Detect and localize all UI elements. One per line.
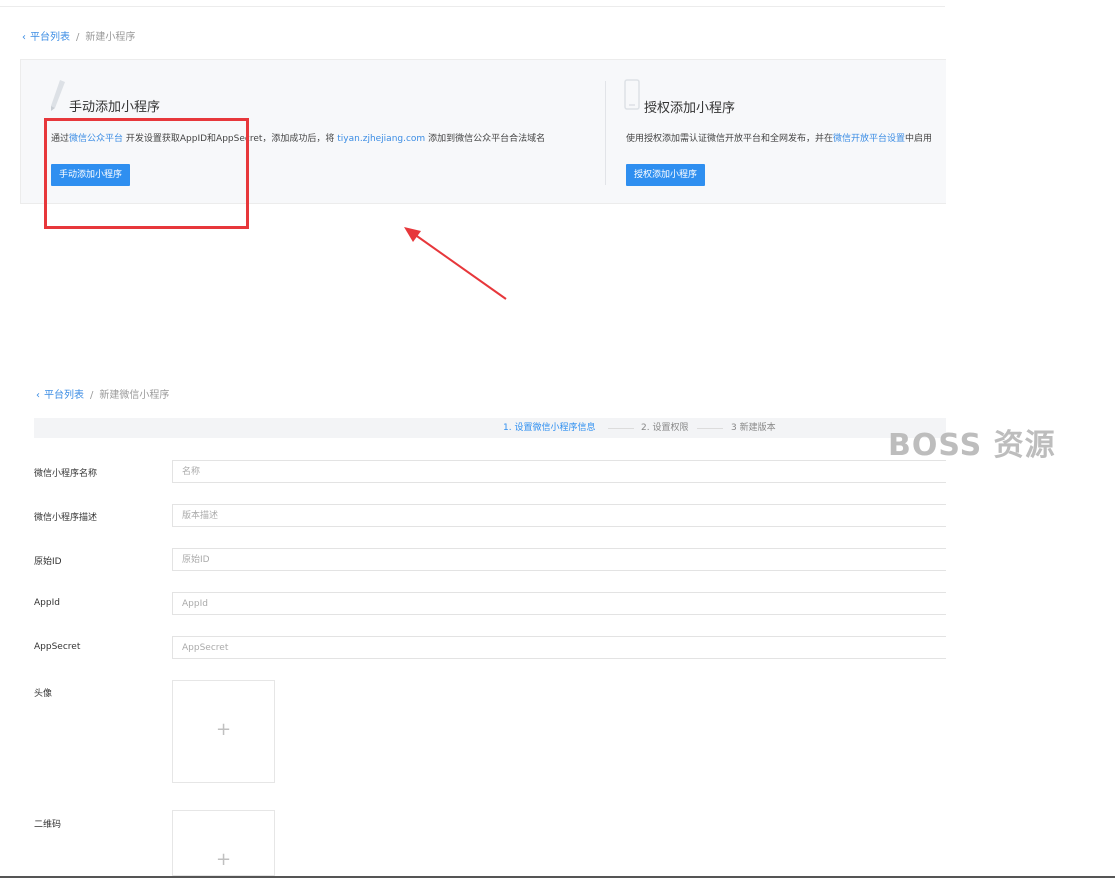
domain-link[interactable]: tiyan.zjhejiang.com	[337, 134, 425, 144]
pencil-icon	[51, 80, 65, 111]
auth-add-button[interactable]: 授权添加小程序	[626, 164, 706, 186]
open-platform-link[interactable]: 微信开放平台设置	[833, 134, 905, 144]
appid-label: AppId	[34, 598, 60, 608]
name-input[interactable]	[172, 460, 946, 483]
desc-input[interactable]	[172, 504, 946, 527]
qrcode-label: 二维码	[34, 820, 62, 830]
steps-bar	[34, 418, 946, 438]
plus-icon: +	[215, 849, 232, 870]
step-1: 1. 设置微信小程序信息	[503, 423, 596, 433]
card-divider	[605, 81, 606, 185]
highlight-box	[44, 118, 249, 229]
manual-card-title: 手动添加小程序	[69, 100, 161, 115]
breadcrumb-separator: /	[76, 32, 80, 43]
auth-card-title: 授权添加小程序	[644, 101, 736, 116]
breadcrumb-current: 新建小程序	[85, 32, 136, 43]
phone-icon	[624, 79, 640, 110]
appsecret-label: AppSecret	[34, 642, 81, 652]
chevron-left-icon: ‹	[22, 32, 26, 43]
avatar-upload[interactable]: +	[172, 680, 275, 783]
original-id-label: 原始ID	[34, 557, 62, 567]
name-label: 微信小程序名称	[34, 469, 98, 479]
appsecret-input[interactable]	[172, 636, 946, 659]
plus-icon: +	[215, 719, 232, 740]
breadcrumb: ‹ 平台列表 / 新建小程序	[22, 28, 135, 43]
desc-label: 微信小程序描述	[34, 513, 98, 523]
step-2: 2. 设置权限	[641, 423, 689, 433]
form-breadcrumb-back-link[interactable]: ‹ 平台列表	[36, 390, 84, 401]
breadcrumb-separator: /	[90, 390, 94, 401]
auth-card-desc: 使用授权添加需认证微信开放平台和全网发布，并在微信开放平台设置中启用	[626, 134, 933, 144]
breadcrumb-back-link[interactable]: ‹ 平台列表	[22, 32, 70, 43]
appid-input[interactable]	[172, 592, 946, 615]
watermark: BOSS 资源	[888, 428, 1056, 463]
step-connector	[608, 428, 634, 429]
arrow-icon	[404, 227, 507, 300]
breadcrumb-current: 新建微信小程序	[99, 390, 170, 401]
form-breadcrumb: ‹ 平台列表 / 新建微信小程序	[36, 386, 169, 401]
step-3: 3 新建版本	[731, 423, 776, 433]
top-divider	[0, 6, 945, 7]
original-id-input[interactable]	[172, 548, 946, 571]
qrcode-upload[interactable]: +	[172, 810, 275, 876]
avatar-label: 头像	[34, 689, 53, 699]
chevron-left-icon: ‹	[36, 390, 40, 401]
step-connector	[697, 428, 723, 429]
